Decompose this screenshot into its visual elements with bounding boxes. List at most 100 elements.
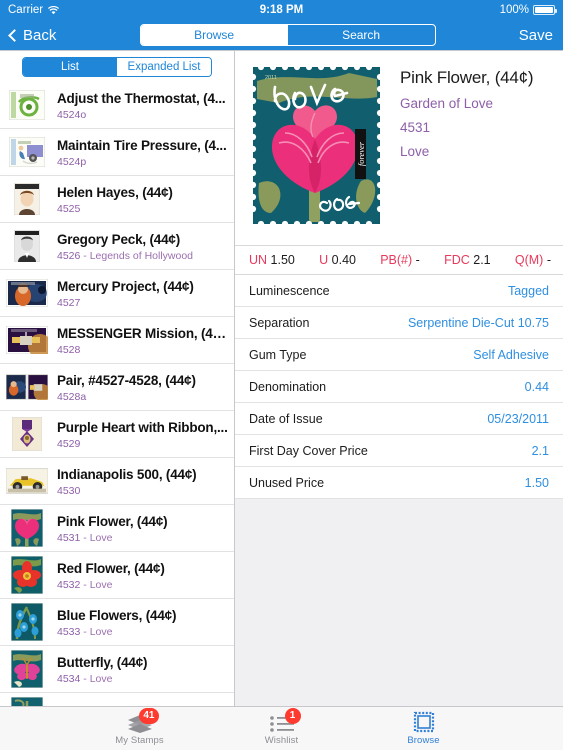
stamp-list-item-title: Pink Flower, (44¢)	[57, 513, 168, 529]
tab-browse[interactable]: Browse	[140, 25, 288, 45]
tab-browse-bottom[interactable]: Browse	[392, 711, 456, 746]
stamp-thumbnail-icon	[6, 88, 48, 122]
stamp-list-item-title: Pair, #4527-4528, (44¢)	[57, 372, 196, 388]
navigation-bar: Back Browse Search Save	[0, 20, 563, 50]
stamp-list-item-group: - Love	[80, 625, 113, 638]
specification-key: Denomination	[249, 379, 327, 394]
specification-value: Tagged	[507, 283, 549, 298]
stamp-list-item[interactable]: Adjust the Thermostat, (4... 4524o	[0, 82, 234, 129]
stamp-list-item-text: Helen Hayes, (44¢) 4525	[57, 184, 230, 215]
stamp-thumbnail-icon	[6, 323, 48, 357]
price-code: PB(#)	[380, 253, 413, 267]
stamp-list-item-text: Purple Heart with Ribbon,... 4529	[57, 419, 230, 450]
specification-value: 0.44	[524, 379, 549, 394]
detail-catalog-number: 4531	[400, 120, 431, 135]
stamp-frame-icon	[404, 711, 444, 733]
status-bar-right: 100%	[500, 4, 557, 16]
view-mode-list[interactable]: List	[23, 58, 117, 76]
stamp-list-item[interactable]: Red Flower, (44¢) 4532 - Love	[0, 552, 234, 599]
stamp-list-item[interactable]: MESSENGER Mission, (44¢) 4528	[0, 317, 234, 364]
stamp-thumbnail-icon	[6, 135, 48, 169]
stamp-thumbnail-icon	[6, 556, 48, 594]
stamp-list-item-title: Blue Flowers, (44¢)	[57, 607, 177, 623]
stamp-list-item-number: 4534 - Love	[57, 672, 113, 685]
specification-value: Self Adhesive	[473, 347, 549, 362]
stamp-list[interactable]: Adjust the Thermostat, (4... 4524o Maintai…	[0, 82, 234, 706]
stamp-list-item-text: Red Flower, (44¢) 4532 - Love	[57, 560, 230, 591]
list-view-segmented-control[interactable]: List Expanded List	[22, 57, 212, 77]
stamp-list-item[interactable]: Maintain Tire Pressure, (4... 4524p	[0, 129, 234, 176]
tab-wishlist[interactable]: 1 Wishlist	[250, 708, 314, 746]
back-button[interactable]: Back	[8, 27, 56, 44]
stamp-list-item-text: MESSENGER Mission, (44¢) 4528	[57, 325, 230, 356]
specification-row: Unused Price 1.50	[235, 467, 563, 499]
stamp-list-item[interactable]: Pink Flower, (44¢) 4531 - Love	[0, 505, 234, 552]
stamp-thumbnail-icon	[6, 229, 48, 263]
price-code: UN	[249, 253, 268, 267]
stamp-list-item-text: Pink Flower, (44¢) 4531 - Love	[57, 513, 230, 544]
specification-key: Gum Type	[249, 347, 307, 362]
stamp-thumbnail-icon	[6, 650, 48, 688]
list-icon: 1	[262, 708, 302, 733]
status-bar-clock: 9:18 PM	[259, 4, 304, 16]
stamp-list-item-title: Helen Hayes, (44¢)	[57, 184, 173, 200]
stamp-list-item[interactable]: Green Vine Leaves, (44¢)	[0, 693, 234, 706]
stamp-list-item-group: - Love	[80, 578, 113, 591]
stamp-list-pane: List Expanded List Adjust the Thermostat…	[0, 51, 235, 706]
stamp-list-item[interactable]: Pair, #4527-4528, (44¢) 4528a	[0, 364, 234, 411]
specification-key: Separation	[249, 315, 310, 330]
stamp-list-item-number: 4524o	[57, 108, 87, 121]
stamp-list-item[interactable]: Gregory Peck, (44¢) 4526 - Legends of Hol…	[0, 223, 234, 270]
price-value: -	[415, 253, 420, 267]
specification-row: Separation Serpentine Die-Cut 10.75	[235, 307, 563, 339]
status-bar-left: Carrier	[8, 4, 60, 16]
price-code: FDC	[444, 253, 470, 267]
specification-value: 1.50	[524, 475, 549, 490]
stamp-list-item-title: Red Flower, (44¢)	[57, 560, 165, 576]
carrier-label: Carrier	[8, 4, 44, 16]
stamp-list-item-number: 4525	[57, 202, 81, 215]
stamp-list-item-number: 4530	[57, 484, 81, 497]
stamp-list-item-title: Adjust the Thermostat, (4...	[57, 90, 226, 106]
specification-value: 05/23/2011	[487, 411, 549, 426]
stamp-list-item-title: Gregory Peck, (44¢)	[57, 231, 181, 247]
price-item: U 0.40	[319, 253, 356, 267]
stamp-list-item-number: 4526 - Legends of Hollywood	[57, 249, 194, 262]
stamp-thumbnail-icon	[6, 697, 48, 706]
stamp-list-item[interactable]: Mercury Project, (44¢) 4527	[0, 270, 234, 317]
stamp-preview-image: forever 2011	[249, 63, 384, 233]
stamp-thumbnail-icon	[6, 182, 48, 216]
stamp-thumbnail-icon	[6, 417, 48, 451]
tab-search[interactable]: Search	[288, 25, 435, 45]
stamp-list-item-number: 4533 - Love	[57, 625, 113, 638]
price-value: 1.50	[270, 253, 295, 267]
stamp-list-item[interactable]: Blue Flowers, (44¢) 4533 - Love	[0, 599, 234, 646]
stamp-thumbnail-icon	[6, 603, 48, 641]
svg-text:2011: 2011	[265, 75, 277, 81]
specification-value: Serpentine Die-Cut 10.75	[407, 315, 549, 330]
stamp-list-item[interactable]: Indianapolis 500, (44¢) 4530	[0, 458, 234, 505]
detail-empty-area	[235, 499, 563, 706]
save-button[interactable]: Save	[519, 27, 553, 44]
tab-browse-bottom-label: Browse	[407, 735, 440, 746]
stamp-list-item-title: Maintain Tire Pressure, (4...	[57, 137, 227, 153]
stamp-list-item[interactable]: Butterfly, (44¢) 4534 - Love	[0, 646, 234, 693]
browse-search-segmented-control[interactable]: Browse Search	[139, 24, 436, 46]
tab-my-stamps[interactable]: 41 My Stamps	[108, 708, 172, 746]
view-mode-toolbar: List Expanded List	[0, 51, 234, 82]
detail-title: Pink Flower, (44¢)	[400, 68, 534, 87]
detail-metadata: Pink Flower, (44¢) Garden of Love 4531 L…	[400, 63, 534, 233]
stamp-list-item-text: Gregory Peck, (44¢) 4526 - Legends of Hol…	[57, 231, 230, 262]
stamp-list-item[interactable]: Helen Hayes, (44¢) 4525	[0, 176, 234, 223]
stamp-list-item-title: Mercury Project, (44¢)	[57, 278, 194, 294]
stamp-list-item[interactable]: Purple Heart with Ribbon,... 4529	[0, 411, 234, 458]
stamp-list-item-number: 4531 - Love	[57, 531, 113, 544]
view-mode-expanded-list[interactable]: Expanded List	[117, 58, 211, 76]
specification-row: First Day Cover Price 2.1	[235, 435, 563, 467]
price-item: FDC 2.1	[444, 253, 491, 267]
stamp-thumbnail-icon	[6, 370, 48, 404]
tab-wishlist-label: Wishlist	[264, 735, 299, 746]
stamp-list-item-text: Indianapolis 500, (44¢) 4530	[57, 466, 230, 497]
stamp-list-item-number: 4532 - Love	[57, 578, 113, 591]
stamp-list-item-title: MESSENGER Mission, (44¢)	[57, 325, 230, 341]
